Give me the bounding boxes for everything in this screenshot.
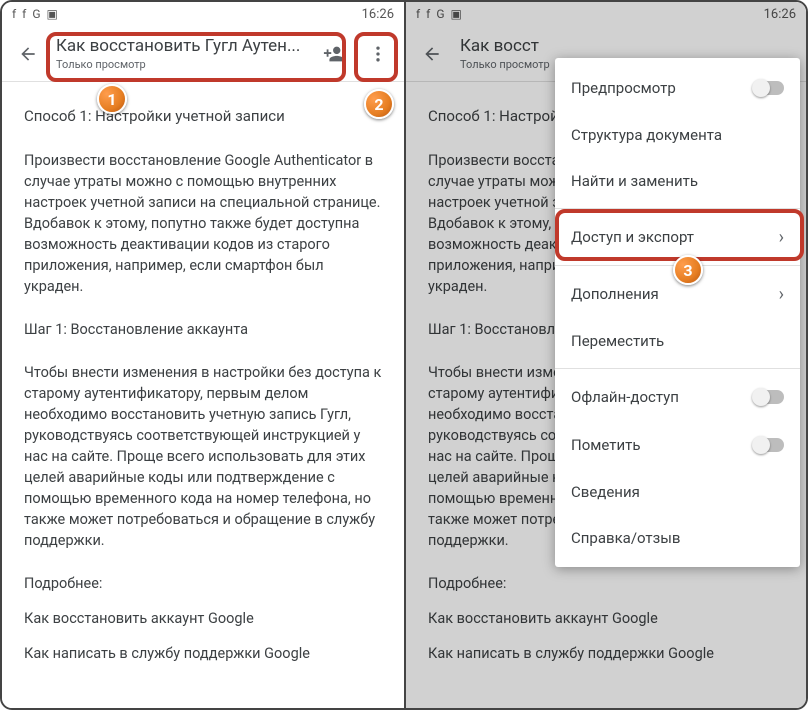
- status-bar: f f G ▣ 16:26: [406, 2, 806, 26]
- link-support: Как написать в службу поддержки Google: [24, 643, 382, 664]
- menu-label: Пометить: [571, 436, 641, 454]
- paragraph-1: Произвести восстановление Google Authent…: [24, 150, 382, 297]
- menu-outline[interactable]: Структура документа: [555, 112, 800, 158]
- facebook-icon: f: [22, 7, 26, 21]
- phone-left: f f G ▣ 16:26 Как восстановить Гугл Ауте…: [2, 2, 404, 708]
- status-icons-left: f f G ▣: [12, 7, 58, 21]
- toggle-switch[interactable]: [754, 390, 784, 404]
- app-icon: ▣: [47, 7, 58, 21]
- doc-title: Как восст: [460, 36, 796, 56]
- menu-find-replace[interactable]: Найти и заменить: [555, 158, 800, 204]
- doc-title: Как восстановить Гугл Аутен...: [56, 36, 306, 56]
- menu-star[interactable]: Пометить: [555, 421, 800, 469]
- link-support: Как написать в службу поддержки Google: [428, 643, 784, 664]
- menu-details[interactable]: Сведения: [555, 469, 800, 515]
- paragraph-2: Чтобы внести изменения в настройки без д…: [24, 362, 382, 551]
- menu-offline[interactable]: Офлайн-доступ: [555, 373, 800, 421]
- more-menu-button[interactable]: [358, 34, 398, 74]
- back-button[interactable]: [8, 34, 48, 74]
- menu-access-export[interactable]: Доступ и экспорт ›: [555, 213, 800, 261]
- menu-divider: [555, 208, 800, 209]
- more-label: Подробнее:: [428, 573, 784, 594]
- chevron-right-icon: ›: [779, 284, 784, 305]
- app-icon: ▣: [451, 7, 462, 21]
- doc-subtitle: Только просмотр: [56, 58, 306, 71]
- menu-label: Предпросмотр: [571, 79, 676, 97]
- menu-move[interactable]: Переместить: [555, 318, 800, 364]
- back-button[interactable]: [412, 34, 452, 74]
- heading-method: Способ 1: Настройки учетной записи: [24, 106, 382, 128]
- menu-addons[interactable]: Дополнения ›: [555, 270, 800, 318]
- app-bar: Как восстановить Гугл Аутен... Только пр…: [2, 26, 404, 82]
- more-label: Подробнее:: [24, 573, 382, 594]
- heading-step1: Шаг 1: Восстановление аккаунта: [24, 319, 382, 340]
- menu-label: Переместить: [571, 332, 664, 350]
- menu-divider: [555, 265, 800, 266]
- menu-label: Офлайн-доступ: [571, 388, 679, 406]
- menu-label: Справка/отзыв: [571, 529, 680, 547]
- overflow-menu: Предпросмотр Структура документа Найти и…: [555, 58, 800, 567]
- google-icon: G: [436, 7, 444, 21]
- add-collaborator-button[interactable]: [314, 34, 354, 74]
- facebook-icon: f: [12, 7, 16, 21]
- menu-label: Сведения: [571, 483, 640, 501]
- status-bar: f f G ▣ 16:26: [2, 2, 404, 26]
- chevron-right-icon: ›: [779, 227, 784, 248]
- menu-help[interactable]: Справка/отзыв: [555, 515, 800, 561]
- toggle-switch[interactable]: [754, 81, 784, 95]
- menu-label: Найти и заменить: [571, 172, 698, 190]
- menu-preview[interactable]: Предпросмотр: [555, 64, 800, 112]
- toggle-switch[interactable]: [754, 438, 784, 452]
- google-icon: G: [32, 7, 40, 21]
- title-area[interactable]: Как восстановить Гугл Аутен... Только пр…: [52, 34, 310, 73]
- document-body[interactable]: Способ 1: Настройки учетной записи Произ…: [2, 82, 404, 696]
- phone-right: f f G ▣ 16:26 Как восст Только просмотр …: [404, 2, 806, 708]
- status-time: 16:26: [362, 7, 394, 22]
- status-icons-left: f f G ▣: [416, 7, 462, 21]
- link-restore-account: Как восстановить аккаунт Google: [428, 608, 784, 629]
- menu-label: Дополнения: [571, 285, 659, 303]
- menu-divider: [555, 368, 800, 369]
- facebook-icon: f: [426, 7, 430, 21]
- status-time: 16:26: [764, 7, 796, 22]
- menu-label: Структура документа: [571, 126, 722, 144]
- facebook-icon: f: [416, 7, 420, 21]
- link-restore-account: Как восстановить аккаунт Google: [24, 608, 382, 629]
- menu-label: Доступ и экспорт: [571, 228, 694, 246]
